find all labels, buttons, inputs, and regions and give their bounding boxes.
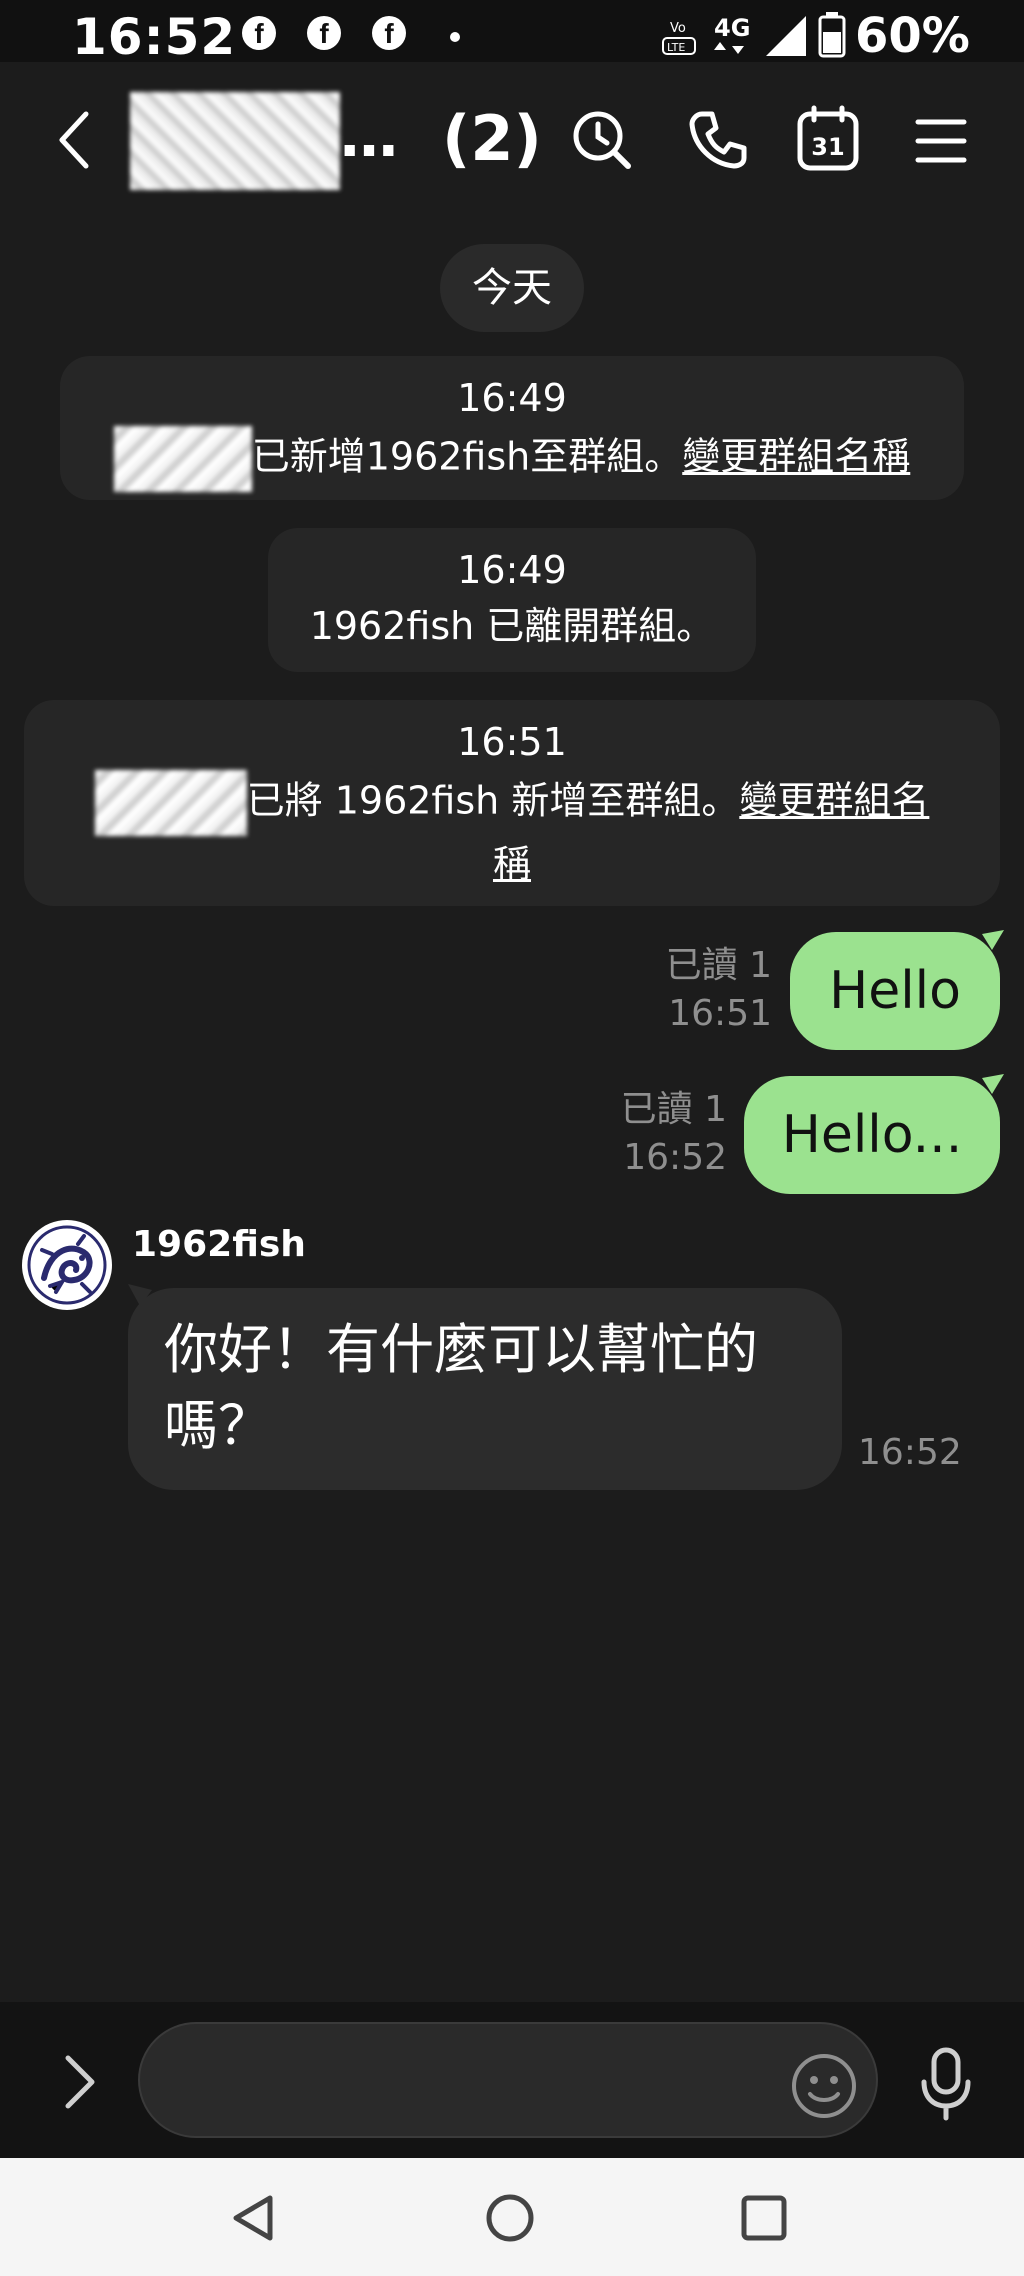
system-message-time: 16:51 — [457, 720, 567, 764]
sent-message-bubble[interactable]: Hello — [790, 932, 1000, 1050]
system-message: 16:51 已將 1962fish 新增至群組。變更群組名 稱 — [24, 700, 1000, 906]
date-separator: 今天 — [440, 244, 584, 332]
battery-percent: 60% — [855, 8, 970, 64]
sender-name: 1962fish — [132, 1224, 306, 1265]
system-message-time: 16:49 — [457, 376, 567, 420]
read-receipt: 已讀 1 — [620, 1089, 727, 1130]
message-text: Hello — [829, 961, 961, 1021]
change-group-name-link[interactable]: 變更群組名 — [739, 779, 929, 823]
facebook-icon: f — [242, 16, 276, 50]
nav-recents-icon[interactable] — [740, 2194, 788, 2242]
message-text: Hello... — [781, 1105, 963, 1165]
system-message-text: 已將 1962fish 新增至群組。 — [246, 778, 740, 823]
change-group-name-link-cont[interactable]: 稱 — [493, 842, 531, 886]
facebook-icon: f — [307, 16, 341, 50]
change-group-name-link[interactable]: 變更群組名稱 — [682, 435, 910, 479]
dragon-avatar-icon — [23, 1221, 111, 1309]
message-input-bar — [0, 2002, 1024, 2158]
expand-icon[interactable] — [62, 2054, 98, 2110]
battery-icon — [818, 12, 846, 58]
system-nav-bar — [0, 2158, 1024, 2276]
message-text: 你好！有什麼可以幫忙的 — [164, 1318, 758, 1381]
calendar-day: 31 — [811, 133, 844, 161]
member-name-redacted — [113, 426, 252, 492]
read-receipt: 已讀 1 — [665, 945, 772, 986]
received-message-bubble[interactable]: 你好！有什麼可以幫忙的 嗎？ — [128, 1288, 842, 1490]
back-icon[interactable] — [52, 108, 96, 172]
emoji-icon[interactable] — [790, 2052, 858, 2120]
message-meta: 已讀 1 16:51 — [620, 942, 772, 1038]
status-time: 16:52 — [72, 8, 237, 66]
message-time: 16:51 — [668, 993, 772, 1034]
message-time: 16:52 — [623, 1137, 727, 1178]
nav-back-icon[interactable] — [228, 2192, 278, 2244]
system-message-text: 已新增1962fish至群組。 — [251, 434, 683, 479]
menu-icon[interactable] — [914, 116, 968, 166]
system-message: 16:49 已新增1962fish至群組。變更群組名稱 — [60, 356, 964, 500]
message-input[interactable] — [138, 2022, 878, 2138]
bubble-tail — [982, 930, 1004, 950]
phone-icon[interactable] — [686, 108, 750, 172]
nav-home-icon[interactable] — [484, 2192, 536, 2244]
data-arrows-icon — [714, 42, 744, 54]
svg-text:Vo: Vo — [670, 21, 686, 36]
more-notifications-icon — [450, 32, 460, 42]
member-name-redacted — [94, 770, 247, 836]
system-message-text: 1962fish 已離開群組。 — [309, 604, 715, 648]
chat-header: … (2) 31 — [0, 62, 1024, 222]
system-message: 16:49 1962fish 已離開群組。 — [268, 528, 756, 672]
avatar[interactable] — [22, 1220, 112, 1310]
microphone-icon[interactable] — [920, 2046, 972, 2122]
svg-text:LTE: LTE — [667, 41, 685, 54]
system-message-time: 16:49 — [457, 548, 567, 592]
group-name[interactable]: … — [340, 102, 398, 170]
signal-icon — [766, 16, 806, 56]
message-meta: 已讀 1 16:52 — [575, 1086, 727, 1182]
calendar-icon[interactable]: 31 — [796, 104, 860, 172]
group-name-redacted[interactable] — [130, 92, 340, 190]
bubble-tail — [982, 1074, 1004, 1094]
history-search-icon[interactable] — [570, 108, 634, 172]
message-text-cont: 嗎？ — [164, 1394, 272, 1457]
message-time: 16:52 — [858, 1432, 962, 1473]
volte-icon: Vo LTE — [662, 21, 696, 55]
facebook-icon: f — [372, 16, 406, 50]
status-bar: 16:52 f f f Vo LTE 4G 60% — [0, 0, 1024, 66]
member-count[interactable]: (2) — [442, 102, 542, 175]
sent-message-bubble[interactable]: Hello... — [744, 1076, 1000, 1194]
network-type: 4G — [714, 14, 751, 42]
